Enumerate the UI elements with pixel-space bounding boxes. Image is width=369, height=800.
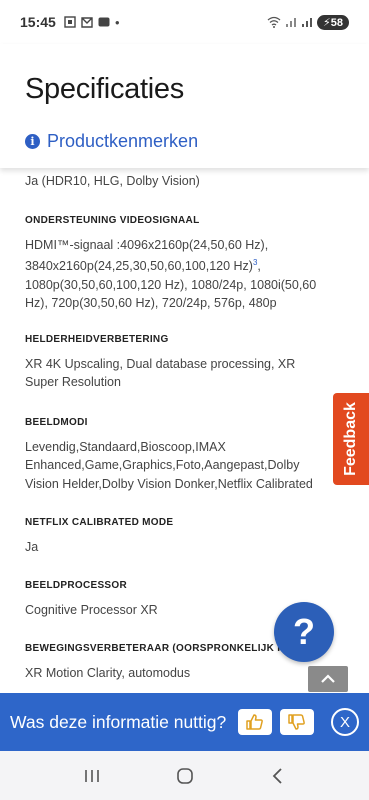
page-title: Specificaties [25, 73, 184, 105]
spec-brightness: HELDERHEIDVERBETERING XR 4K Upscaling, D… [25, 333, 330, 392]
page-header: Specificaties i Productkenmerken [0, 44, 369, 168]
thumbs-up-icon [246, 714, 263, 730]
status-left-icons: ● [64, 16, 120, 28]
thumbs-down-button[interactable] [280, 709, 314, 735]
battery-indicator: ⚡58 [317, 14, 349, 30]
scroll-to-top-button[interactable] [308, 666, 348, 692]
status-bar: 15:45 ● ⚡58 [0, 0, 369, 44]
recent-apps-icon [84, 769, 99, 782]
feedback-tab-label: Feedback [342, 402, 359, 476]
signal-icon-2 [302, 18, 313, 27]
spec-label: BEELDPROCESSOR [25, 580, 127, 591]
spec-value: XR Motion Clarity, automodus [25, 666, 191, 680]
thumbs-up-button[interactable] [238, 709, 272, 735]
mail-icon [81, 16, 93, 28]
feedback-question: Was deze informatie nuttig? [10, 711, 227, 732]
app-icon [98, 17, 110, 27]
spec-label: ONDERSTEUNING VIDEOSIGNAAL [25, 215, 200, 226]
help-button[interactable]: ? [274, 602, 334, 662]
home-button[interactable] [170, 761, 200, 791]
wifi-icon [267, 16, 281, 28]
feedback-tab[interactable]: Feedback [333, 393, 369, 485]
product-features-label: Productkenmerken [47, 131, 199, 151]
back-button[interactable] [263, 761, 293, 791]
thumbs-down-icon [288, 714, 305, 730]
spec-netflix-mode: NETFLIX CALIBRATED MODE Ja [25, 516, 330, 556]
recent-apps-button[interactable] [77, 761, 107, 791]
spec-picture-modes: BEELDMODI Levendig,Standaard,Bioscoop,IM… [25, 416, 330, 493]
spec-value: Levendig,Standaard,Bioscoop,IMAX Enhance… [25, 440, 313, 491]
spec-value: XR 4K Upscaling, Dual database processin… [25, 357, 296, 390]
battery-level: 58 [330, 16, 343, 29]
spec-label: NETFLIX CALIBRATED MODE [25, 517, 174, 528]
product-features-link[interactable]: i Productkenmerken [25, 131, 198, 152]
system-nav-bar [0, 751, 369, 800]
spec-value: HDMI™-signaal :4096x2160p(24,50,60 Hz), … [25, 236, 330, 312]
close-feedback-button[interactable]: X [331, 708, 359, 736]
spec-value: Ja [25, 540, 39, 554]
spec-value-hdr: Ja (HDR10, HLG, Dolby Vision) [25, 174, 200, 188]
spec-label: BEELDMODI [25, 417, 88, 428]
status-right-icons: ⚡58 [267, 14, 349, 30]
info-icon: i [25, 134, 40, 149]
spec-value-text: HDMI™-signaal :4096x2160p(24,50,60 Hz), … [25, 238, 269, 274]
screenshot-icon [64, 16, 76, 28]
feedback-bar: Was deze informatie nuttig? X [0, 693, 369, 751]
signal-icon [286, 18, 297, 27]
close-icon: X [339, 713, 350, 731]
chevron-up-icon [321, 674, 335, 683]
help-icon: ? [293, 611, 315, 652]
status-time: 15:45 [20, 14, 56, 30]
back-icon [272, 767, 282, 784]
home-icon [176, 767, 193, 784]
spec-label: HELDERHEIDVERBETERING [25, 334, 169, 345]
spec-video-signal: ONDERSTEUNING VIDEOSIGNAAL HDMI™-signaal… [25, 214, 330, 312]
dot-icon: ● [114, 17, 120, 27]
